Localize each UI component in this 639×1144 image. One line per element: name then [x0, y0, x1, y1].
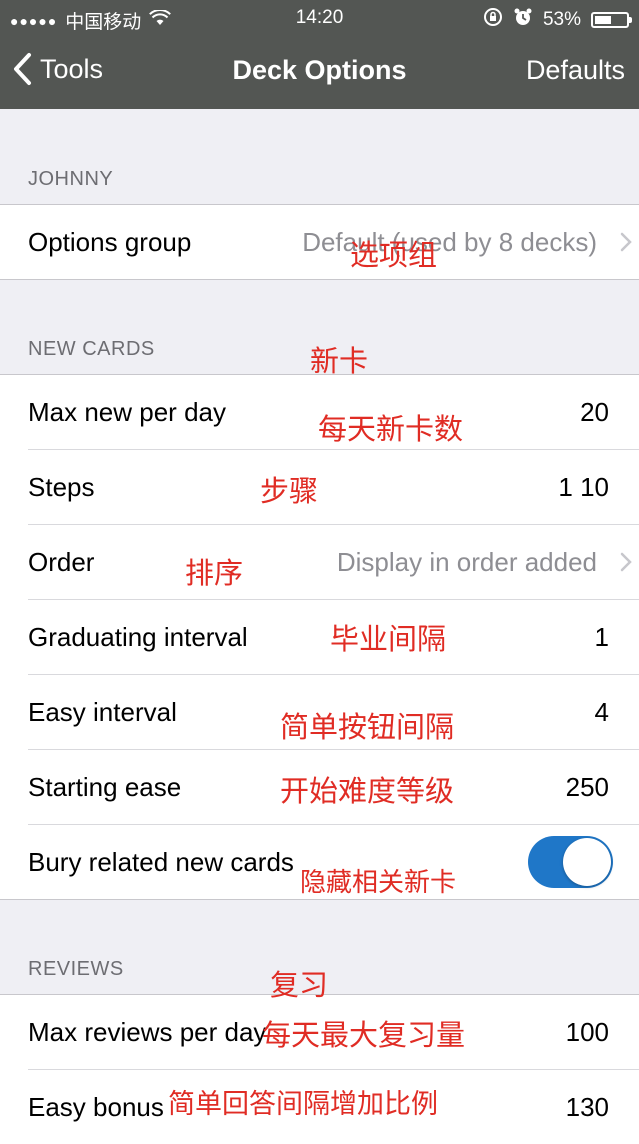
options-group-section: Options group Default (used by 8 decks): [0, 204, 639, 280]
order-row[interactable]: Order Display in order added: [28, 525, 639, 600]
row-value: 1 10: [558, 472, 609, 502]
row-label: Easy bonus: [28, 1092, 164, 1122]
annotation-max-new: 每天新卡数: [318, 412, 464, 446]
new-cards-section: Max new per day 20 Steps 1 10 Order Disp…: [0, 374, 639, 900]
annotation-easy-bonus: 简单回答间隔增加比例: [168, 1089, 438, 1120]
defaults-button[interactable]: Defaults: [526, 55, 625, 86]
annotation-reviews: 复习: [270, 968, 329, 1002]
battery-percent: 53%: [542, 9, 581, 30]
annotation-max-reviews: 每天最大复习量: [262, 1018, 466, 1052]
row-label: Bury related new cards: [28, 847, 294, 877]
status-bar: ●●●●● 中国移动 14:20 53%: [0, 0, 639, 36]
row-value: 250: [565, 772, 609, 802]
section-header-new-cards: NEW CARDS: [28, 338, 155, 360]
battery-icon: [591, 12, 632, 28]
annotation-steps: 步骤: [260, 474, 319, 508]
steps-row[interactable]: Steps 1 10: [28, 450, 639, 525]
row-value: 1: [594, 622, 609, 652]
annotation-options-group: 选项组: [350, 238, 438, 272]
row-value: 20: [580, 397, 609, 427]
alarm-icon: [513, 7, 533, 33]
row-value: 4: [594, 697, 609, 727]
navigation-bar: Tools Deck Options Defaults: [0, 36, 639, 109]
section-header-deck: JOHNNY: [28, 168, 114, 190]
annotation-order: 排序: [185, 556, 244, 590]
row-value: 100: [565, 1017, 609, 1047]
options-group-value: Default (used by 8 decks): [302, 227, 597, 257]
row-value: 130: [565, 1092, 609, 1122]
row-label: Graduating interval: [28, 622, 248, 652]
row-label: Starting ease: [28, 772, 182, 802]
rotation-lock-icon: [483, 7, 503, 33]
bury-new-cards-toggle[interactable]: [528, 836, 613, 888]
chevron-right-icon: [620, 552, 632, 572]
row-label: Order: [28, 547, 95, 577]
chevron-right-icon: [620, 232, 632, 252]
row-value: Display in order added: [336, 547, 597, 577]
annotation-easy-interval: 简单按钮间隔: [280, 710, 455, 744]
options-group-row[interactable]: Options group Default (used by 8 decks): [28, 205, 639, 279]
row-label: Easy interval: [28, 697, 177, 727]
row-label: Max new per day: [28, 397, 226, 427]
row-label: Max reviews per day: [28, 1017, 267, 1047]
battery-level-fill: [595, 16, 611, 24]
annotation-new-cards: 新卡: [310, 344, 369, 378]
options-group-label: Options group: [28, 227, 192, 257]
row-label: Steps: [28, 472, 95, 502]
annotation-graduating: 毕业间隔: [330, 622, 447, 656]
annotation-starting-ease: 开始难度等级: [280, 774, 455, 808]
toggle-knob: [563, 838, 611, 886]
annotation-bury: 隐藏相关新卡: [300, 868, 457, 898]
section-header-reviews: REVIEWS: [28, 958, 124, 980]
